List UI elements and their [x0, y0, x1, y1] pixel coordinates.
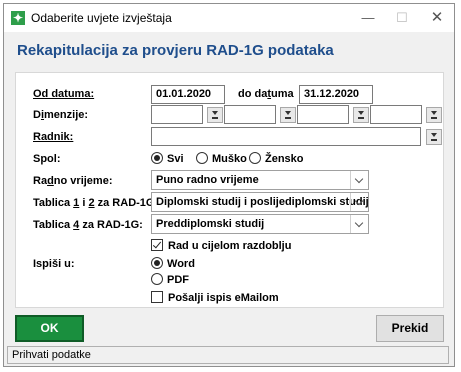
ispisi-word-label: Word [167, 258, 195, 270]
dialog-window: ✦ Odaberite uvjete izvještaja — ☐ ✕ Reka… [3, 3, 455, 367]
dimenzija-2-input[interactable] [224, 105, 276, 124]
ispisi-pdf-label: PDF [167, 274, 189, 286]
ispisi-word-radio[interactable] [151, 257, 163, 269]
ispisi-label: Ispiši u: [33, 258, 75, 270]
spol-zensko-radio[interactable] [249, 152, 261, 164]
dialog-heading: Rekapitulacija za provjeru RAD-1G podata… [17, 42, 334, 59]
spol-musko-radio[interactable] [196, 152, 208, 164]
maximize-button[interactable]: ☐ [385, 4, 419, 32]
status-text: Prihvati podatke [12, 349, 91, 361]
chevron-down-icon [350, 215, 368, 233]
tablica12-label-b: za RAD-1G: [94, 197, 159, 209]
dimenzija-1-dropdown-icon[interactable] [207, 107, 223, 123]
radno-vrijeme-label-u: d [47, 175, 54, 187]
ispisi-word-label-b: ord [177, 258, 195, 270]
do-datuma-label-b: uma [271, 88, 294, 100]
tablica4-value: Preddiplomski studij [156, 218, 265, 230]
cancel-button[interactable]: Prekid [376, 315, 444, 342]
radno-vrijeme-label-b: no vrijeme: [53, 175, 113, 187]
chevron-down-icon [350, 171, 368, 189]
dimenzija-3-dropdown-icon[interactable] [353, 107, 369, 123]
spol-zensko-label: Žensko [265, 153, 304, 165]
spol-svi-label: Svi [167, 153, 184, 165]
form-panel: Od datuma: 01.01.2020 do datuma 31.12.20… [15, 72, 444, 308]
radno-vrijeme-label-a: Ra [33, 175, 48, 187]
title-bar: ✦ Odaberite uvjete izvještaja — ☐ ✕ [4, 4, 454, 32]
do-datuma-input[interactable]: 31.12.2020 [299, 85, 373, 104]
radno-vrijeme-select[interactable]: Puno radno vrijeme [151, 170, 369, 190]
tablica4-label: Tablica 4 za RAD-1G: [33, 219, 143, 231]
ok-button[interactable]: OK [15, 315, 84, 342]
spol-musko-label: Muško [212, 153, 247, 165]
ispisi-pdf-radio[interactable] [151, 273, 163, 285]
window-title: Odaberite uvjete izvještaja [31, 11, 172, 25]
spol-svi-radio[interactable] [151, 152, 163, 164]
status-bar: Prihvati podatke [7, 346, 449, 364]
close-button[interactable]: ✕ [420, 4, 454, 32]
radno-vrijeme-value: Puno radno vrijeme [156, 174, 259, 186]
dimenzije-label-b: menzije: [44, 109, 89, 121]
rad-u-cijelom-label: Rad u cijelom razdoblju [168, 240, 292, 252]
dimenzija-3-input[interactable] [297, 105, 349, 124]
tablica12-label: Tablica 1 i 2 za RAD-1G: [33, 197, 158, 209]
spol-label: Spol: [33, 153, 61, 165]
rad-u-cijelom-checkbox[interactable] [151, 239, 163, 251]
tablica12-label-a: Tablica [33, 197, 74, 209]
do-datuma-label: do datuma [238, 88, 294, 100]
radnik-input[interactable] [151, 127, 421, 146]
email-checkbox[interactable] [151, 291, 163, 303]
dimenzije-label-a: D [33, 109, 41, 121]
do-datuma-label-a: do da [238, 88, 268, 100]
tablica4-select[interactable]: Preddiplomski studij [151, 214, 369, 234]
dimenzija-2-dropdown-icon[interactable] [280, 107, 296, 123]
od-datuma-input[interactable]: 01.01.2020 [151, 85, 225, 104]
tablica4-label-b: za RAD-1G: [79, 219, 143, 231]
chevron-down-icon [350, 193, 368, 211]
dimenzija-4-input[interactable] [370, 105, 422, 124]
dimenzije-label: Dimenzije: [33, 109, 88, 121]
app-icon: ✦ [11, 11, 25, 25]
radnik-dropdown-icon[interactable] [426, 129, 442, 145]
dimenzija-4-dropdown-icon[interactable] [426, 107, 442, 123]
tablica4-label-a: Tablica [33, 219, 74, 231]
radnik-label: Radnik: [33, 131, 74, 143]
radno-vrijeme-label: Radno vrijeme: [33, 175, 112, 187]
tablica12-value: Diplomski studij i poslijediplomski stud… [156, 196, 369, 208]
tablica12-select[interactable]: Diplomski studij i poslijediplomski stud… [151, 192, 369, 212]
dimenzija-1-input[interactable] [151, 105, 203, 124]
email-label: Pošalji ispis eMailom [168, 292, 279, 304]
email-label-a: Pošalji ispis [168, 292, 235, 304]
email-label-b: Mailom [240, 292, 279, 304]
minimize-button[interactable]: — [351, 4, 385, 32]
od-datuma-label: Od datuma: [33, 88, 95, 100]
ispisi-word-label-u: W [167, 258, 178, 270]
